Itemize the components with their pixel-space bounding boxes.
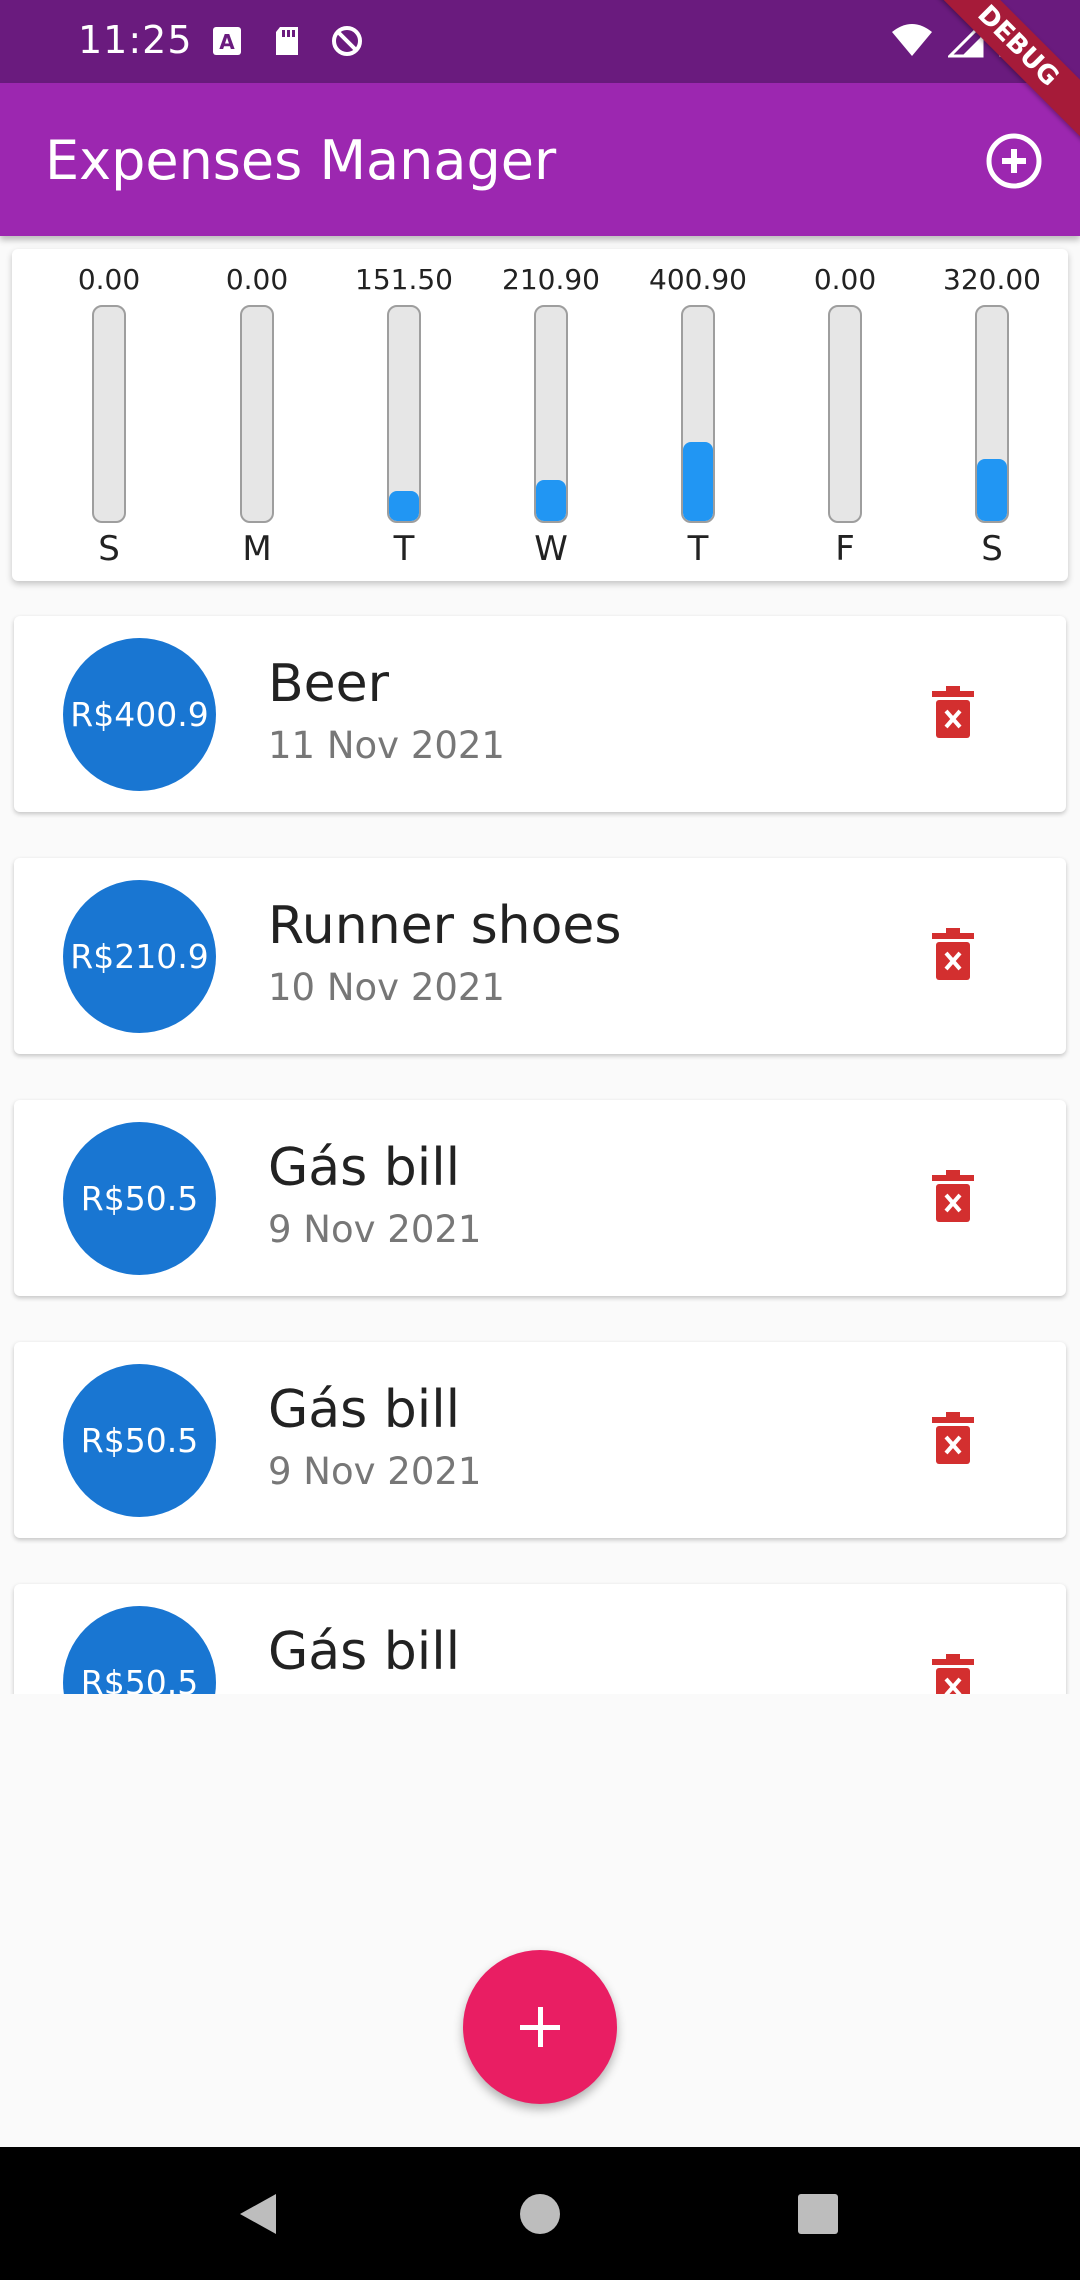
transaction-title: Gás bill — [268, 1138, 461, 1198]
bar-amount: 210.90 — [502, 263, 600, 296]
chart-bar: 400.90 T — [638, 263, 758, 569]
do-not-disturb-icon — [330, 24, 364, 58]
bar-track — [681, 305, 715, 523]
bar-track — [534, 305, 568, 523]
bar-fill — [683, 441, 713, 521]
transaction-title: Beer — [268, 654, 390, 714]
bar-track — [828, 305, 862, 523]
status-time: 11:25 — [78, 18, 193, 62]
bar-day-label: S — [981, 529, 1003, 569]
chart-bar: 0.00 S — [49, 263, 169, 569]
transaction-card: R$50.5 Gás bill 9 Nov 2021 — [14, 1100, 1066, 1296]
bar-day-label: S — [98, 529, 120, 569]
transaction-date: 10 Nov 2021 — [268, 966, 505, 1009]
chart-bar: 0.00 M — [197, 263, 317, 569]
delete-icon[interactable] — [932, 928, 974, 980]
bar-track — [387, 305, 421, 523]
bar-amount: 0.00 — [225, 263, 289, 296]
transaction-title: Runner shoes — [268, 896, 622, 956]
delete-icon[interactable] — [932, 686, 974, 738]
bar-amount: 400.90 — [649, 263, 747, 296]
bar-amount: 0.00 — [77, 263, 141, 296]
chart-bar: 0.00 F — [785, 263, 905, 569]
amount-badge: R$50.5 — [63, 1364, 216, 1517]
bar-amount: 151.50 — [355, 263, 453, 296]
status-bar: 11:25 A — [0, 0, 1080, 83]
bar-fill — [389, 491, 419, 521]
bar-track — [975, 305, 1009, 523]
transaction-card: R$50.5 Gás bill 9 Nov 2021 — [14, 1342, 1066, 1538]
bar-track — [240, 305, 274, 523]
svg-text:A: A — [219, 30, 235, 54]
bar-day-label: T — [687, 529, 709, 569]
wifi-icon — [890, 22, 934, 62]
app-bar: Expenses Manager — [0, 83, 1080, 236]
chart-bar: 151.50 T — [344, 263, 464, 569]
add-circle-icon[interactable] — [984, 131, 1044, 191]
transaction-list[interactable]: R$400.9 Beer 11 Nov 2021 R$210.9 Runner … — [0, 600, 1080, 1694]
bar-fill — [977, 458, 1007, 521]
transaction-title: Gás bill — [268, 1380, 461, 1440]
bar-amount: 320.00 — [943, 263, 1041, 296]
transaction-title: Gás bill — [268, 1622, 461, 1682]
transaction-date: 11 Nov 2021 — [268, 724, 505, 767]
system-nav-bar — [0, 2147, 1080, 2280]
bar-day-label: F — [835, 529, 855, 569]
bar-track — [92, 305, 126, 523]
amount-badge: R$50.5 — [63, 1606, 216, 1694]
home-circle-icon[interactable] — [518, 2191, 562, 2241]
add-transaction-fab[interactable] — [463, 1950, 617, 2104]
weekly-chart: 0.00 S 0.00 M 151.50 T 210.90 W 400.90 T… — [12, 249, 1068, 581]
chart-bar: 320.00 S — [932, 263, 1052, 569]
status-icons-left: A — [210, 24, 364, 58]
transaction-card: R$50.5 Gás bill — [14, 1584, 1066, 1694]
transaction-card: R$210.9 Runner shoes 10 Nov 2021 — [14, 858, 1066, 1054]
chart-bar: 210.90 W — [491, 263, 611, 569]
text-a-icon: A — [210, 24, 244, 58]
amount-badge: R$50.5 — [63, 1122, 216, 1275]
back-triangle-icon[interactable] — [236, 2191, 280, 2241]
delete-icon[interactable] — [932, 1170, 974, 1222]
transaction-card: R$400.9 Beer 11 Nov 2021 — [14, 616, 1066, 812]
delete-icon[interactable] — [932, 1412, 974, 1464]
delete-icon[interactable] — [932, 1654, 974, 1694]
amount-badge: R$210.9 — [63, 880, 216, 1033]
sd-card-icon — [270, 24, 304, 58]
bar-day-label: M — [242, 529, 272, 569]
recents-square-icon[interactable] — [796, 2191, 840, 2241]
bar-fill — [536, 480, 566, 521]
bar-amount: 0.00 — [813, 263, 877, 296]
bar-day-label: T — [393, 529, 415, 569]
transaction-date: 9 Nov 2021 — [268, 1450, 482, 1493]
transaction-date: 9 Nov 2021 — [268, 1208, 482, 1251]
bar-day-label: W — [534, 529, 568, 569]
app-title: Expenses Manager — [45, 129, 557, 192]
amount-badge: R$400.9 — [63, 638, 216, 791]
